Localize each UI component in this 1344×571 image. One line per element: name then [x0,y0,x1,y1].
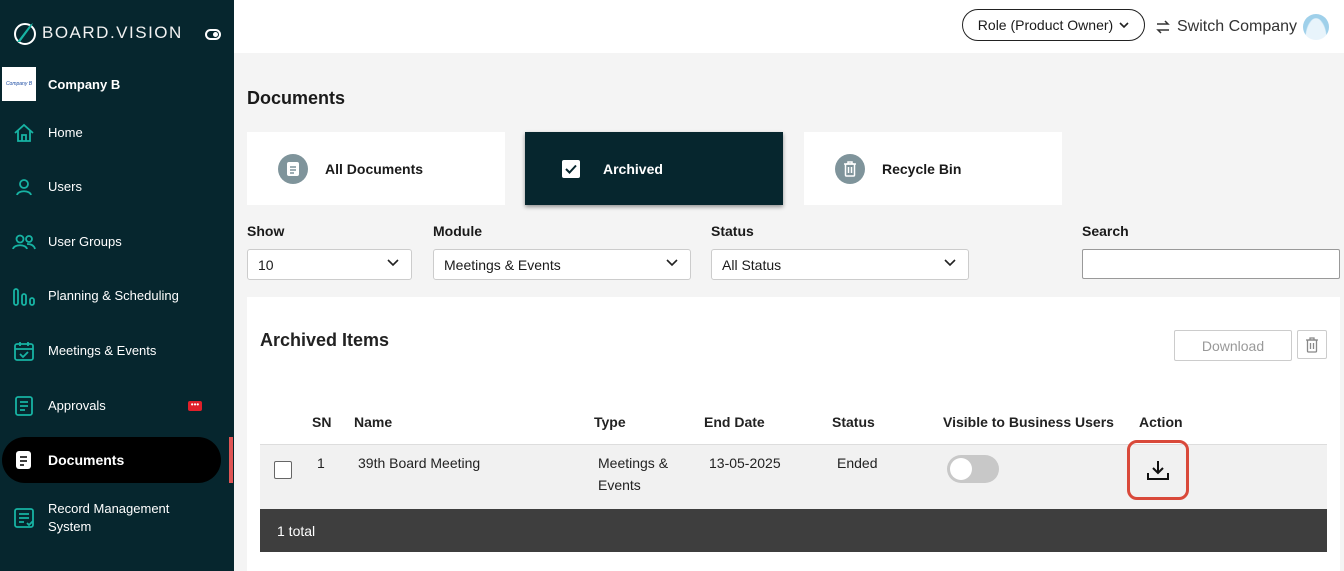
module-label: Module [433,223,482,239]
record-management-icon [12,506,36,530]
sidebar-item-planning-scheduling[interactable]: Planning & Scheduling [0,273,234,319]
board-vision-logo-icon [14,23,36,45]
cell-status: Ended [837,455,878,471]
delete-button[interactable] [1297,330,1327,359]
table-row: 1 39th Board Meeting Meetings & Events 1… [260,440,1327,509]
trash-icon [1306,336,1318,353]
column-header-sn: SN [312,414,332,430]
company-selector[interactable]: Company B Company B [2,67,120,101]
calendar-check-icon [12,339,36,363]
module-select[interactable]: Meetings & Events [433,249,691,280]
switch-company-label: Switch Company [1177,18,1298,35]
download-icon [1147,461,1169,480]
cell-end-date: 13-05-2025 [709,455,781,471]
home-icon [12,121,36,145]
cell-sn: 1 [317,455,325,471]
tab-recycle-bin[interactable]: Recycle Bin [804,132,1062,205]
tab-label: All Documents [325,160,424,177]
company-logo: Company B [2,67,36,101]
status-label: Status [711,223,754,239]
archived-items-panel: Archived Items Download SN Name Type End… [247,297,1340,571]
table-footer: 1 total [260,509,1327,552]
sidebar-item-home[interactable]: Home [0,110,234,156]
tab-archived[interactable]: Archived [525,132,783,205]
document-icon [278,153,308,184]
sidebar-item-record-management[interactable]: Record Management System [0,495,234,541]
panel-title: Archived Items [260,330,390,350]
sidebar-item-label: Documents [48,452,125,468]
download-action-button[interactable] [1127,440,1189,500]
sidebar-item-approvals[interactable]: Approvals ••• [0,383,234,429]
sidebar-item-label: Record Management System [48,501,170,534]
column-header-action: Action [1139,414,1183,430]
chevron-down-icon [666,259,678,267]
sidebar-item-label: Approvals [48,398,106,413]
cell-type: Meetings & Events [598,455,669,493]
show-select[interactable]: 10 [247,249,412,280]
tab-label: Archived [603,160,663,177]
sidebar-item-users[interactable]: Users [0,164,234,210]
page-title: Documents [247,88,346,108]
top-bar: Role (Product Owner) Switch Company [234,0,1344,53]
chevron-down-icon [944,259,956,267]
show-value: 10 [258,256,274,273]
sidebar-item-label: Planning & Scheduling [48,288,179,303]
brand-name: BOARD.VISION [42,23,183,42]
module-value: Meetings & Events [444,256,561,273]
sidebar-item-meetings-events[interactable]: Meetings & Events [0,328,234,374]
column-header-name: Name [354,414,393,430]
status-value: All Status [722,256,782,273]
column-header-end-date: End Date [704,414,765,430]
archive-check-icon [556,154,586,184]
chart-bars-icon [12,284,36,308]
sidebar-item-documents[interactable]: Documents [0,437,234,483]
active-indicator [229,437,233,483]
sidebar-toggle-icon[interactable] [205,29,221,40]
column-header-status: Status [832,414,875,430]
chevron-down-icon [1119,21,1129,28]
visible-toggle[interactable] [947,455,999,483]
avatar[interactable] [1303,14,1330,40]
status-select[interactable]: All Status [711,249,969,280]
approval-doc-icon [12,394,36,418]
total-count: 1 total [277,522,316,539]
column-header-type: Type [594,414,626,430]
column-header-visible: Visible to Business Users [943,414,1114,430]
sidebar-item-user-groups[interactable]: User Groups [0,219,234,265]
sidebar-item-label: Home [48,125,83,140]
search-label: Search [1082,223,1129,239]
role-dropdown[interactable]: Role (Product Owner) [962,9,1145,41]
tab-label: Recycle Bin [882,160,962,177]
sidebar: BOARD.VISION Company B Company B Home Us… [0,0,234,571]
sidebar-item-label: User Groups [48,234,122,249]
row-checkbox[interactable] [274,461,292,479]
show-label: Show [247,223,285,239]
sidebar-item-label: Meetings & Events [48,343,157,358]
brand-logo[interactable]: BOARD.VISION [12,20,183,46]
cell-name: 39th Board Meeting [358,455,481,471]
chevron-down-icon [387,259,399,267]
switch-arrows-icon [1156,20,1170,34]
user-group-icon [12,230,36,254]
company-name: Company B [48,76,121,92]
trash-icon [835,153,865,184]
user-icon [12,175,36,199]
search-input[interactable] [1082,249,1340,279]
documents-icon [12,448,36,472]
switch-company-button[interactable]: Switch Company [1155,14,1330,40]
download-button[interactable]: Download [1174,330,1292,361]
chat-badge-icon: ••• [188,401,202,411]
sidebar-item-label: Users [48,179,82,194]
tab-all-documents[interactable]: All Documents [247,132,505,205]
role-label: Role (Product Owner) [977,17,1114,33]
